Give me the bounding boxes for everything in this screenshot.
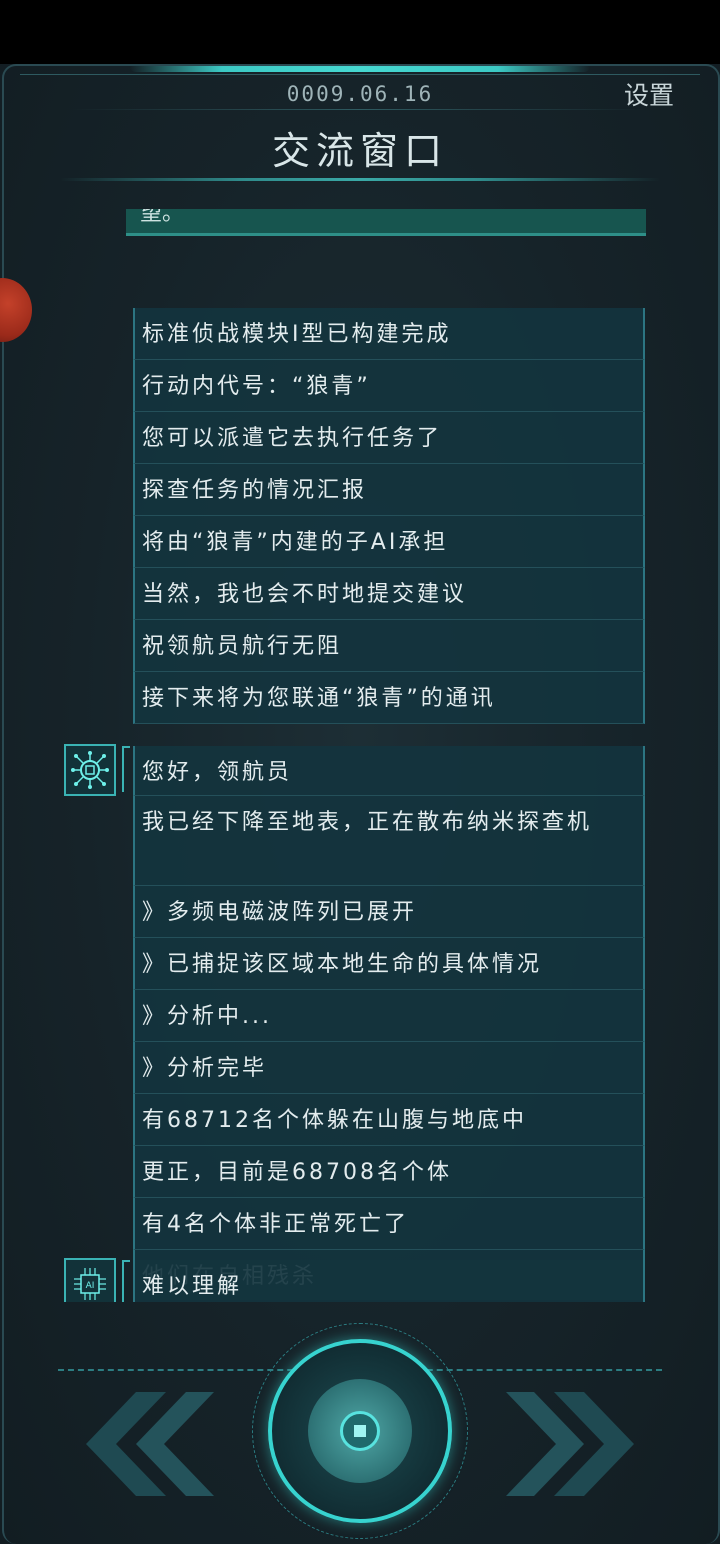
title-underline: [60, 178, 660, 181]
center-action-icon: [340, 1411, 380, 1451]
top-glow-bar: [130, 66, 590, 72]
double-chevron-right-icon[interactable]: [504, 1384, 654, 1504]
chat-message-partial: 望。: [126, 209, 646, 236]
chat-message: 当然，我也会不时地提交建议: [133, 568, 645, 620]
chat-message: 探查任务的情况汇报: [133, 464, 645, 516]
center-dot: [354, 1425, 366, 1437]
header-divider: [70, 109, 650, 110]
avatar-bracket: [122, 746, 130, 792]
chat-message: 您可以派遣它去执行任务了: [133, 412, 645, 464]
avatar-bracket: [122, 1260, 130, 1302]
settings-button[interactable]: 设置: [624, 76, 674, 112]
chat-message: 》多频电磁波阵列已展开: [133, 886, 645, 938]
chat-message: 有68712名个体躲在山腹与地底中: [133, 1094, 645, 1146]
top-divider: [20, 74, 700, 75]
ai-chip-icon: AI: [74, 1268, 106, 1300]
chat-message: 将由“狼青”内建的子AI承担: [133, 516, 645, 568]
chat-message: 行动内代号：“狼青”: [133, 360, 645, 412]
partial-message-text: 望。: [140, 209, 185, 226]
chat-message: 祝领航员航行无阻: [133, 620, 645, 672]
ai-chip-label: AI: [86, 1281, 95, 1291]
chat-log[interactable]: 望。 标准侦战模块I型已构建完成 行动内代号：“狼青” 您可以派遣它去执行任务了…: [0, 204, 720, 1300]
page-title: 交流窗口: [271, 129, 448, 173]
chat-message: 接下来将为您联通“狼青”的通讯: [133, 672, 645, 724]
center-button-inner: [308, 1379, 412, 1483]
chat-message: 》分析完毕: [133, 1042, 645, 1094]
date-label: 0009.06.16: [286, 82, 434, 106]
chat-message: 标准侦战模块I型已构建完成: [133, 308, 645, 360]
double-chevron-left-icon[interactable]: [66, 1384, 216, 1504]
sender-avatar: AI: [64, 1258, 116, 1302]
chat-log-tail: AI 难以理解: [0, 1254, 720, 1302]
chat-message: 更正，目前是68708名个体: [133, 1146, 645, 1198]
center-action-button[interactable]: [268, 1339, 452, 1523]
circuit-node-icon: [71, 751, 109, 789]
chat-message: 难以理解: [133, 1260, 645, 1302]
chat-message: 我已经下降至地表，正在散布纳米探查机: [133, 796, 645, 886]
chat-message: 有4名个体非正常死亡了: [133, 1198, 645, 1250]
chat-message: 您好，领航员: [133, 746, 645, 796]
chat-message: 》分析中...: [133, 990, 645, 1042]
sender-avatar: [64, 744, 116, 796]
chat-message: 》已捕捉该区域本地生命的具体情况: [133, 938, 645, 990]
game-screen: 0009.06.16 设置 交流窗口 望。 标准侦战模块I型已构建完成 行动内代…: [0, 64, 720, 1544]
